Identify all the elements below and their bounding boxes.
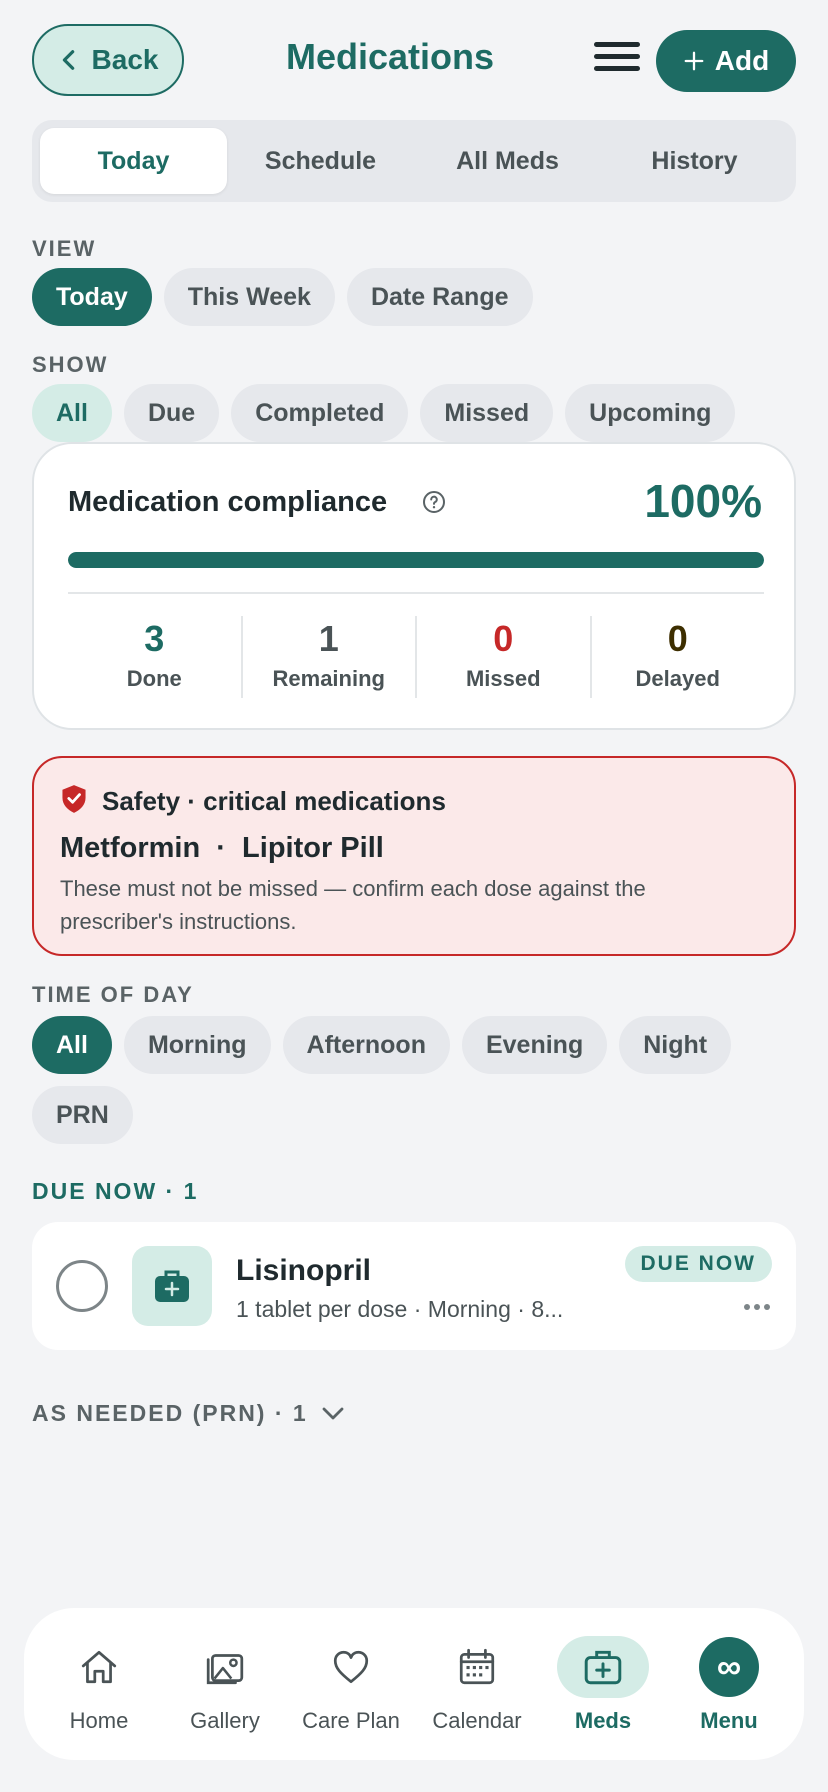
stat-missed-label: Missed (465, 666, 541, 691)
medkit-icon (557, 1636, 649, 1698)
show-chips: All Due Completed Missed Upcoming (32, 384, 796, 442)
app-header: Back Medications Add (0, 0, 828, 118)
nav-home[interactable]: Home (36, 1608, 162, 1760)
nav-calendar[interactable]: Calendar (414, 1608, 540, 1760)
time-chip-evening[interactable]: Evening (461, 1016, 608, 1074)
compliance-stats: 3 Done 1 Remaining 0 Missed 0 Delayed (68, 616, 764, 698)
chevron-left-icon (62, 50, 74, 70)
more-options-icon[interactable] (744, 1304, 770, 1312)
time-chip-afternoon[interactable]: Afternoon (282, 1016, 450, 1074)
due-now-heading: DUE NOW · 1 (32, 1178, 199, 1204)
time-chip-night[interactable]: Night (619, 1016, 732, 1074)
nav-care-plan[interactable]: Care Plan (288, 1608, 414, 1760)
nav-gallery-label: Gallery (190, 1708, 260, 1733)
tab-schedule[interactable]: Schedule (227, 128, 414, 194)
stat-delayed-value: 0 (667, 618, 688, 659)
shield-check-icon (62, 785, 86, 813)
compliance-title: Medication compliance (68, 486, 388, 518)
tab-today[interactable]: Today (40, 128, 227, 194)
divider (68, 592, 764, 594)
show-chip-missed[interactable]: Missed (420, 384, 554, 442)
page-title: Medications (285, 36, 495, 77)
medication-card[interactable]: Lisinopril 1 tablet per dose · Morning ·… (32, 1222, 796, 1350)
chevron-down-icon (322, 1407, 344, 1419)
show-label: SHOW (32, 352, 109, 377)
nav-home-label: Home (69, 1708, 129, 1733)
time-chip-all[interactable]: All (32, 1016, 112, 1074)
hamburger-menu-icon[interactable] (594, 42, 640, 78)
heart-icon (305, 1636, 397, 1698)
nav-meds-label: Meds (574, 1708, 632, 1733)
compliance-percent: 100% (644, 475, 762, 527)
compliance-card: Medication compliance 100% 3 Done 1 Rema… (32, 442, 796, 730)
medication-details: 1 tablet per dose · Morning · 8... (236, 1296, 564, 1322)
medkit-icon (155, 1270, 189, 1302)
show-chip-upcoming[interactable]: Upcoming (565, 384, 736, 442)
safety-description: These must not be missed — confirm each … (60, 876, 646, 934)
infinity-icon: ∞ (683, 1636, 775, 1698)
view-label: VIEW (32, 236, 97, 261)
time-of-day-label: TIME OF DAY (32, 982, 194, 1007)
stat-remaining: 1 Remaining (240, 616, 416, 698)
safety-title: Safety · critical medications (102, 786, 446, 816)
stat-done-value: 3 (144, 618, 165, 659)
prn-heading: AS NEEDED (PRN) · 1 (32, 1400, 308, 1426)
back-button[interactable]: Back (32, 24, 184, 96)
stat-done-label: Done (126, 666, 182, 691)
compliance-progress-fill (68, 552, 764, 568)
view-chip-this-week[interactable]: This Week (163, 268, 335, 326)
medication-thumbnail (132, 1246, 212, 1326)
nav-menu[interactable]: ∞ Menu (666, 1608, 792, 1760)
stat-missed: 0 Missed (415, 616, 590, 698)
time-of-day-chips: All Morning Afternoon Evening Night PRN (32, 1016, 796, 1144)
stat-delayed-label: Delayed (635, 666, 720, 691)
plus-icon (684, 51, 704, 71)
prn-section-toggle[interactable]: AS NEEDED (PRN) · 1 (32, 1400, 344, 1427)
show-chip-all[interactable]: All (32, 384, 112, 442)
back-label: Back (91, 44, 159, 75)
nav-meds[interactable]: Meds (540, 1608, 666, 1760)
status-badge: DUE NOW (624, 1246, 772, 1282)
stat-missed-value: 0 (493, 618, 514, 659)
show-chip-completed[interactable]: Completed (231, 384, 409, 442)
nav-gallery[interactable]: Gallery (162, 1608, 288, 1760)
time-chip-morning[interactable]: Morning (123, 1016, 271, 1074)
bottom-navigation: Home Gallery Care Plan Calendar Meds ∞ M… (24, 1608, 804, 1760)
nav-menu-label: Menu (700, 1708, 758, 1733)
home-icon (53, 1636, 145, 1698)
stat-remaining-value: 1 (318, 618, 339, 659)
add-label: Add (714, 45, 770, 76)
medication-name: Lisinopril (236, 1254, 371, 1287)
view-chip-today[interactable]: Today (32, 268, 152, 326)
add-medication-button[interactable]: Add (656, 30, 796, 92)
view-chip-date-range[interactable]: Date Range (346, 268, 533, 326)
time-chip-prn[interactable]: PRN (32, 1086, 133, 1144)
calendar-icon (431, 1636, 523, 1698)
critical-medications: Metformin · Lipitor Pill (60, 832, 384, 864)
help-icon[interactable] (422, 490, 446, 514)
view-chips: Today This Week Date Range (32, 268, 796, 326)
tab-history[interactable]: History (601, 128, 788, 194)
safety-alert-card: Safety · critical medications Metformin … (32, 756, 796, 956)
mark-taken-checkbox[interactable] (56, 1260, 108, 1312)
gallery-icon (179, 1636, 271, 1698)
compliance-progress-bar (68, 552, 764, 568)
nav-care-plan-label: Care Plan (302, 1708, 400, 1733)
stat-done: 3 Done (68, 616, 241, 698)
stat-delayed: 0 Delayed (589, 616, 765, 698)
stat-remaining-label: Remaining (272, 666, 385, 691)
show-chip-due[interactable]: Due (123, 384, 220, 442)
tab-all-meds[interactable]: All Meds (414, 128, 601, 194)
section-tabs: Today Schedule All Meds History (32, 120, 796, 202)
nav-calendar-label: Calendar (432, 1708, 522, 1733)
